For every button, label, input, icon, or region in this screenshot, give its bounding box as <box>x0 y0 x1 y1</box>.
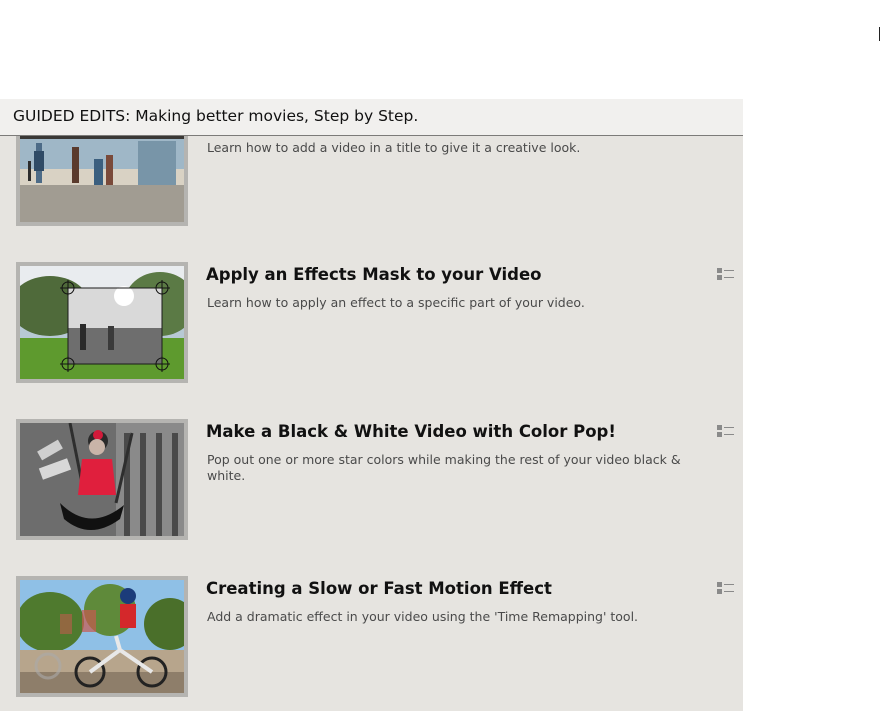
list-options-icon[interactable] <box>717 267 735 281</box>
list-options-icon[interactable] <box>717 581 735 595</box>
list-options-icon[interactable] <box>717 424 735 438</box>
panel-header: GUIDED EDITS: Making better movies, Step… <box>0 99 743 136</box>
window-edge-divider <box>879 27 880 41</box>
effects-mask-thumbnail-image <box>20 266 184 379</box>
slow-fast-motion-thumbnail[interactable] <box>16 576 188 697</box>
effects-mask-thumbnail[interactable] <box>16 262 188 383</box>
row-title[interactable]: Make a Black & White Video with Color Po… <box>206 422 616 441</box>
guided-edit-item-slow-fast-motion[interactable]: Creating a Slow or Fast Motion Effect Ad… <box>0 576 743 701</box>
row-description: Learn how to apply an effect to a specif… <box>207 295 585 310</box>
row-title[interactable]: Apply an Effects Mask to your Video <box>206 265 542 284</box>
guided-edit-item-effects-mask[interactable]: Apply an Effects Mask to your Video Lear… <box>0 262 743 387</box>
guided-edit-item-color-pop[interactable]: Make a Black & White Video with Color Po… <box>0 419 743 544</box>
row-description: Add a dramatic effect in your video usin… <box>207 609 639 624</box>
row-title[interactable]: Creating a Slow or Fast Motion Effect <box>206 579 552 598</box>
panel-title: GUIDED EDITS: Making better movies, Step… <box>13 107 419 125</box>
row-description: Learn how to add a video in a title to g… <box>207 140 581 155</box>
slow-fast-motion-thumbnail-image <box>20 580 184 693</box>
guided-edits-panel: GUIDED EDITS: Making better movies, Step… <box>0 99 743 711</box>
row-description: Pop out one or more star colors while ma… <box>207 452 681 483</box>
color-pop-thumbnail-image <box>20 423 184 536</box>
color-pop-thumbnail[interactable] <box>16 419 188 540</box>
